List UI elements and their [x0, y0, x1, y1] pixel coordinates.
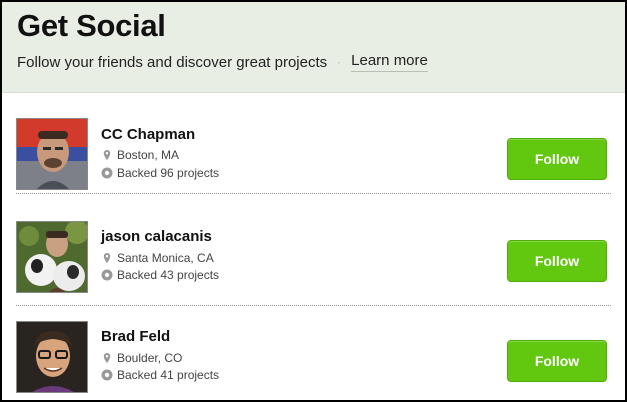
separator-dot: · [337, 55, 342, 69]
backed-count: Backed 43 projects [117, 268, 220, 282]
backed-row: Backed 41 projects [101, 368, 219, 382]
follow-button[interactable]: Follow [507, 240, 607, 282]
backed-row: Backed 43 projects [101, 268, 219, 282]
backed-count: Backed 96 projects [117, 166, 220, 180]
location-text: Boston, MA [117, 148, 180, 162]
gear-badge-icon [101, 369, 113, 381]
person-name[interactable]: Brad Feld [101, 328, 170, 345]
row-divider [16, 193, 611, 194]
person-name[interactable]: jason calacanis [101, 228, 212, 245]
learn-more-link[interactable]: Learn more [351, 52, 428, 72]
gear-badge-icon [101, 269, 113, 281]
location-row: Boston, MA [101, 148, 179, 162]
list-item: jason calacanis Santa Monica, CA Backed … [2, 206, 625, 306]
header-subtitle-row: Follow your friends and discover great p… [17, 52, 428, 72]
gear-badge-icon [101, 167, 113, 179]
backed-count: Backed 41 projects [117, 368, 220, 382]
location-row: Santa Monica, CA [101, 251, 214, 265]
location-row: Boulder, CO [101, 351, 182, 365]
header-subtitle: Follow your friends and discover great p… [17, 53, 328, 71]
location-text: Boulder, CO [117, 351, 183, 365]
backed-row: Backed 96 projects [101, 166, 219, 180]
follow-button[interactable]: Follow [507, 340, 607, 382]
map-pin-icon [101, 149, 113, 161]
person-name[interactable]: CC Chapman [101, 126, 195, 143]
list-item: CC Chapman Boston, MA Backed 96 projects… [2, 94, 625, 194]
location-text: Santa Monica, CA [117, 251, 214, 265]
map-pin-icon [101, 352, 113, 364]
map-pin-icon [101, 252, 113, 264]
get-social-panel: Get Social Follow your friends and disco… [2, 2, 625, 400]
panel-header: Get Social Follow your friends and disco… [2, 2, 625, 93]
avatar[interactable] [16, 321, 88, 393]
follow-button[interactable]: Follow [507, 138, 607, 180]
page-title: Get Social [17, 8, 166, 43]
avatar[interactable] [16, 118, 88, 190]
avatar[interactable] [16, 221, 88, 293]
list-item: Brad Feld Boulder, CO Backed 41 projects… [2, 306, 625, 400]
